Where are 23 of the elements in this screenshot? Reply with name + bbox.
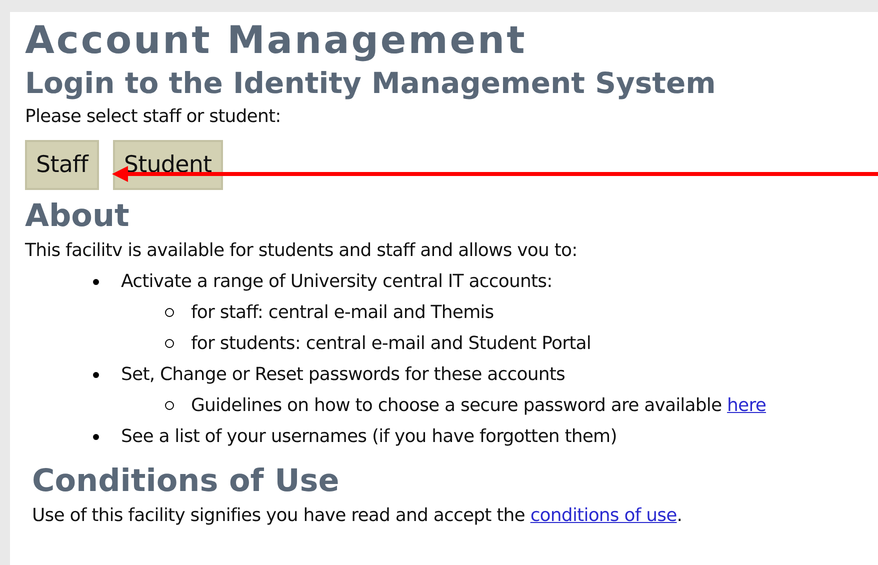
list-item-text: See a list of your usernames (if you have forgotten them) xyxy=(121,425,617,449)
bullet-icon xyxy=(93,372,99,378)
prompt-text: Please select staff or student: xyxy=(25,105,282,129)
section-heading: About xyxy=(25,197,130,236)
bullet-icon xyxy=(165,401,174,410)
intro-text: This facilitv is available for students and staff and allows vou to: xyxy=(25,239,578,263)
list-item-text: for staff: central e-mail and Themis xyxy=(191,301,494,325)
list-item-text: Set, Change or Reset passwords for these accounts xyxy=(121,363,566,387)
section-heading: Conditions of Use xyxy=(32,462,340,501)
bullet-icon xyxy=(165,308,174,317)
conditions-text: Use of this facility signifies you have read and accept the conditions of use. xyxy=(32,504,684,528)
section-heading: Login to the Identity Management System xyxy=(25,65,717,102)
bullet-icon xyxy=(165,339,174,348)
list-item-text: Activate a range of University central IT accounts: xyxy=(121,270,552,294)
page-title: Account Management xyxy=(25,18,528,62)
bullet-icon xyxy=(93,278,99,284)
choice-button[interactable]: Student xyxy=(112,140,223,190)
conditions-link[interactable]: conditions of use xyxy=(530,505,677,526)
bullet-icon xyxy=(93,434,99,440)
list-item-text: for students: central e-mail and Student Portal xyxy=(191,332,591,356)
here-link[interactable]: here xyxy=(727,395,766,416)
list-item-text: Guidelines on how to choose a secure password are available here xyxy=(191,394,766,418)
choice-button[interactable]: Staff xyxy=(25,140,99,190)
